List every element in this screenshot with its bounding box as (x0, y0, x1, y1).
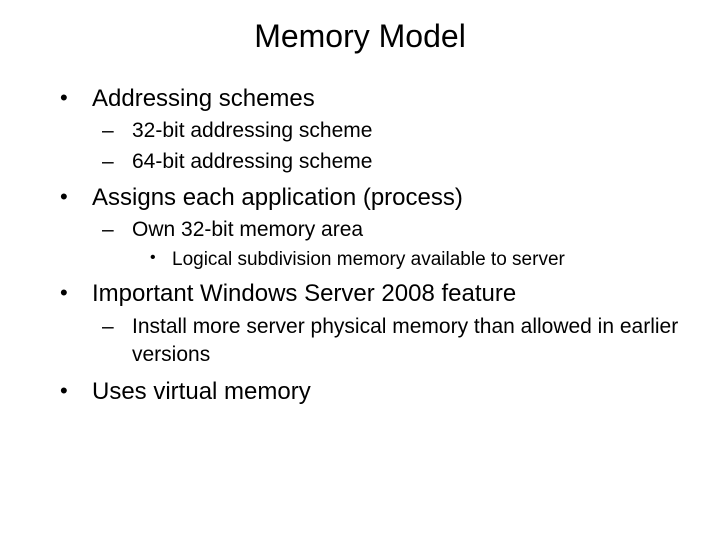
bullet-lvl3: Logical subdivision memory available to … (132, 247, 690, 273)
bullet-text: Assigns each application (process) (92, 184, 463, 211)
slide: Memory Model Addressing schemes 32-bit a… (0, 0, 720, 540)
bullet-text: Addressing schemes (92, 85, 315, 112)
bullet-text: Own 32-bit memory area (132, 218, 363, 241)
bullet-lvl1: Assigns each application (process) Own 3… (30, 182, 690, 272)
bullet-text: Uses virtual memory (92, 378, 311, 405)
bullet-text: Important Windows Server 2008 feature (92, 280, 516, 307)
bullet-list: Addressing schemes 32-bit addressing sch… (30, 83, 690, 408)
bullet-lvl2: Own 32-bit memory area Logical subdivisi… (92, 216, 690, 272)
bullet-text: Install more server physical memory than… (132, 315, 678, 366)
bullet-text: Logical subdivision memory available to … (172, 249, 565, 270)
bullet-lvl1: Addressing schemes 32-bit addressing sch… (30, 83, 690, 176)
bullet-lvl2: 32-bit addressing scheme (92, 117, 690, 145)
bullet-lvl1: Important Windows Server 2008 feature In… (30, 278, 690, 369)
bullet-lvl2: 64-bit addressing scheme (92, 148, 690, 176)
bullet-text: 64-bit addressing scheme (132, 150, 372, 173)
sublist: Install more server physical memory than… (92, 313, 690, 370)
bullet-text: 32-bit addressing scheme (132, 119, 372, 142)
bullet-lvl1: Uses virtual memory (30, 376, 690, 408)
sublist: Own 32-bit memory area Logical subdivisi… (92, 216, 690, 272)
slide-title: Memory Model (30, 18, 690, 55)
sublist: 32-bit addressing scheme 64-bit addressi… (92, 117, 690, 176)
sublist: Logical subdivision memory available to … (132, 247, 690, 273)
bullet-lvl2: Install more server physical memory than… (92, 313, 690, 370)
